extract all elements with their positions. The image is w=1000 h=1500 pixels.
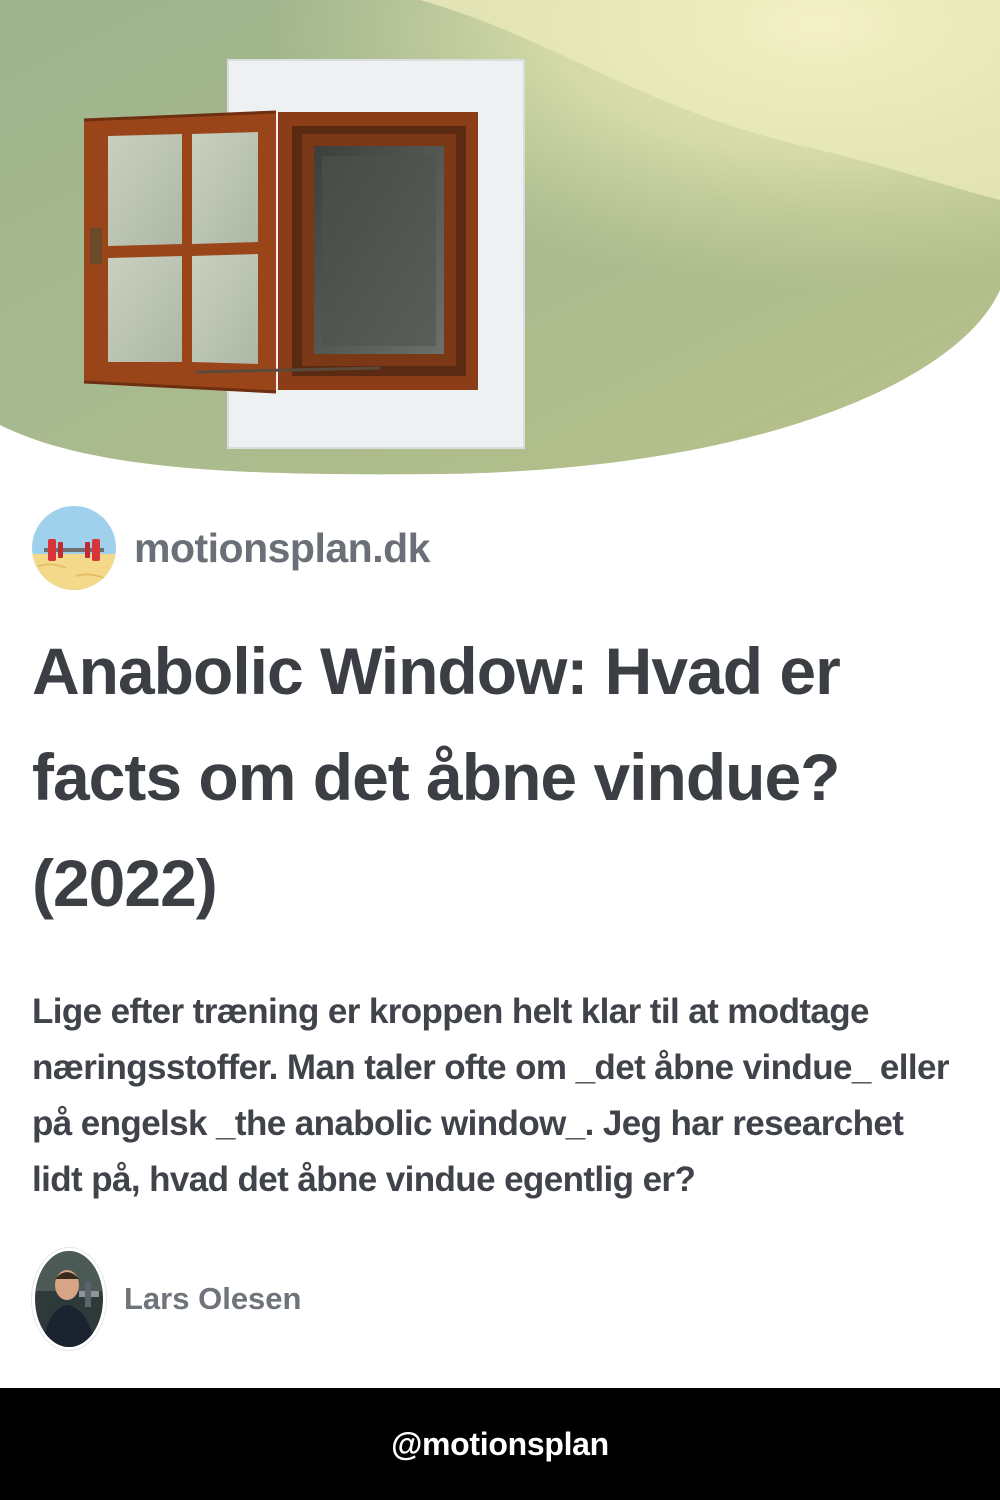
title-line: Anabolic Window: Hvad er bbox=[32, 634, 841, 708]
site-name[interactable]: motionsplan.dk bbox=[134, 525, 430, 572]
excerpt-line: på engelsk _the anabolic window_. Jeg ha… bbox=[32, 1104, 904, 1143]
excerpt-line: Lige efter træning er kroppen helt klar … bbox=[32, 992, 870, 1031]
author-byline[interactable]: Lars Olesen bbox=[32, 1248, 301, 1350]
hero-image bbox=[0, 0, 1000, 480]
title-line: (2022) bbox=[32, 846, 218, 920]
dumbbell-logo-icon bbox=[32, 506, 116, 590]
article-title[interactable]: Anabolic Window: Hvad er facts om det åb… bbox=[32, 618, 962, 936]
title-line: facts om det åbne vindue? bbox=[32, 740, 840, 814]
author-avatar bbox=[32, 1248, 106, 1350]
excerpt-line: næringsstoffer. Man taler ofte om _det å… bbox=[32, 1048, 949, 1087]
social-handle[interactable]: @motionsplan bbox=[391, 1426, 609, 1463]
excerpt-line: lidt på, hvad det åbne vindue egentlig e… bbox=[32, 1160, 696, 1199]
site-header[interactable]: motionsplan.dk bbox=[32, 505, 430, 591]
author-name[interactable]: Lars Olesen bbox=[124, 1281, 301, 1317]
footer-bar: @motionsplan bbox=[0, 1388, 1000, 1500]
article-excerpt: Lige efter træning er kroppen helt klar … bbox=[32, 984, 977, 1208]
